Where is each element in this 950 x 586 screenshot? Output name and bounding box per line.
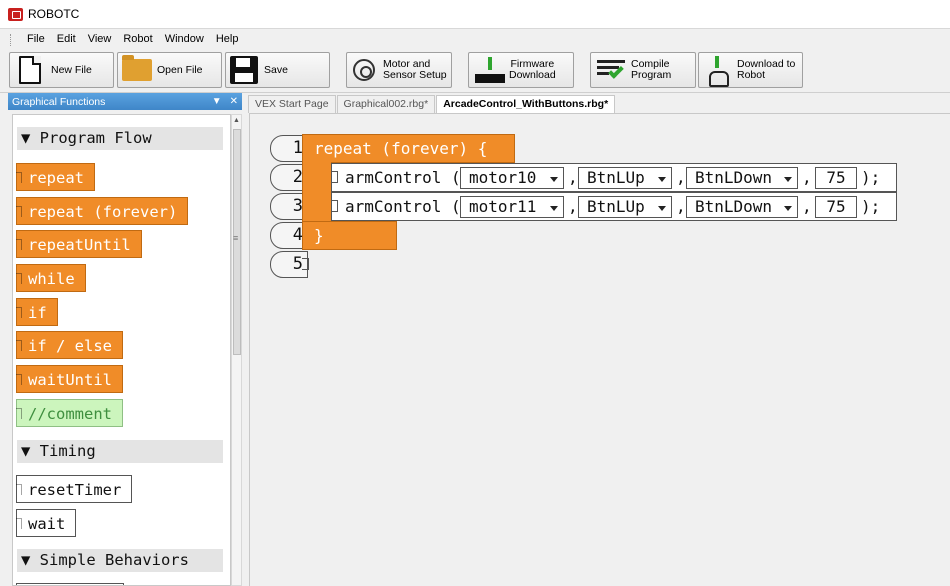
motor-icon [353, 59, 375, 81]
menu-file[interactable]: File [21, 30, 51, 49]
down-button-dropdown[interactable]: BtnLDown [686, 196, 798, 218]
compile-icon [597, 58, 627, 82]
function-name: armControl ( [345, 168, 461, 187]
save-label: Save [264, 63, 288, 76]
save-button[interactable]: Save [225, 52, 330, 88]
comma: , [568, 168, 578, 187]
new-file-button[interactable]: New File [9, 52, 114, 88]
panel-menu-icon[interactable]: ▼ [212, 96, 222, 107]
window-title: ROBOTC [28, 7, 80, 21]
tab-vex-start-page[interactable]: VEX Start Page [248, 95, 336, 113]
speed-input[interactable]: 75 [815, 167, 857, 189]
firmware-download-button[interactable]: Firmware Download [468, 52, 574, 88]
palette-block-repeat-forever[interactable]: repeat (forever) [16, 197, 189, 225]
speed-input[interactable]: 75 [815, 196, 857, 218]
editor-tabs: VEX Start Page Graphical002.rbg* ArcadeC… [248, 95, 616, 113]
menu-edit[interactable]: Edit [51, 30, 82, 49]
palette-block-repeat[interactable]: repeat [16, 163, 95, 191]
motor-sensor-setup-button[interactable]: Motor and Sensor Setup [346, 52, 452, 88]
arm-control-statement[interactable]: armControl ( motor10 , BtnLUp , BtnLDown… [331, 163, 897, 192]
save-icon [230, 56, 258, 84]
close-icon[interactable]: ✕ [230, 96, 238, 107]
palette-block-reset-timer[interactable]: resetTimer [16, 475, 133, 503]
palette-block-wait-until[interactable]: waitUntil [16, 365, 123, 393]
download-label-line2: Robot [737, 69, 766, 81]
scroll-up-icon[interactable]: ▲ [233, 117, 240, 124]
palette-block-comment[interactable]: //comment [16, 399, 123, 427]
palette-block-wait[interactable]: wait [16, 509, 77, 537]
chevron-down-icon [550, 206, 558, 211]
palette-block-repeat-until[interactable]: repeatUntil [16, 230, 142, 258]
comma: , [676, 197, 686, 216]
new-file-label: New File [51, 63, 92, 76]
title-bar: ROBOTC [0, 0, 950, 29]
comma: , [676, 168, 686, 187]
open-file-label: Open File [157, 63, 203, 76]
motor-value: motor11 [469, 197, 537, 216]
motor-dropdown[interactable]: motor10 [460, 167, 564, 189]
panel-title: Graphical Functions [12, 95, 106, 108]
up-button-dropdown[interactable]: BtnLUp [578, 196, 672, 218]
down-button-value: BtnLDown [695, 197, 773, 216]
chevron-down-icon [658, 177, 666, 182]
comma: , [802, 197, 812, 216]
repeat-block-footer[interactable]: } [302, 221, 397, 250]
scrollbar-thumb[interactable] [233, 129, 241, 355]
palette-block-if-else[interactable]: if / else [16, 331, 123, 359]
down-button-value: BtnLDown [695, 168, 773, 187]
close-brace: } [314, 226, 324, 245]
toolbar: New File Open File Save Motor and Sensor… [0, 49, 950, 93]
section-timing[interactable]: ▼ Timing [17, 440, 223, 463]
menu-grip [10, 33, 13, 46]
motor-dropdown[interactable]: motor11 [460, 196, 564, 218]
repeat-block-rail [302, 162, 332, 222]
function-palette: ▼ Program Flow repeat repeat (forever) r… [12, 114, 231, 586]
code-canvas[interactable]: 1 2 3 4 5 repeat (forever) { } armContro… [249, 113, 950, 586]
statement-end: ); [861, 197, 881, 216]
palette-block-while[interactable]: while [16, 264, 86, 292]
robot-download-icon [707, 56, 729, 87]
graphical-functions-panel: Graphical Functions ▼ ✕ ▼ Program Flow r… [8, 93, 242, 586]
tab-arcade-control[interactable]: ArcadeControl_WithButtons.rbg* [436, 95, 616, 113]
panel-header: Graphical Functions ▼ ✕ [8, 93, 242, 110]
robotc-logo-icon [8, 8, 23, 21]
up-button-value: BtnLUp [587, 197, 645, 216]
menu-view[interactable]: View [82, 30, 118, 49]
open-file-button[interactable]: Open File [117, 52, 222, 88]
motor-value: motor10 [469, 168, 537, 187]
chevron-down-icon [658, 206, 666, 211]
down-button-dropdown[interactable]: BtnLDown [686, 167, 798, 189]
panel-scrollbar[interactable]: ▲ [231, 114, 242, 586]
compile-program-button[interactable]: Compile Program [590, 52, 696, 88]
menu-window[interactable]: Window [159, 30, 210, 49]
firmware-label-line2: Download [509, 69, 556, 81]
new-file-icon [19, 56, 41, 84]
section-simple-behaviors[interactable]: ▼ Simple Behaviors [17, 549, 223, 572]
repeat-forever-header: repeat (forever) { [314, 139, 488, 158]
compile-label-line2: Program [631, 69, 672, 81]
comma: , [802, 168, 812, 187]
palette-block-if[interactable]: if [16, 298, 58, 326]
function-name: armControl ( [345, 197, 461, 216]
menu-help[interactable]: Help [210, 30, 245, 49]
firmware-icon [475, 57, 505, 83]
chevron-down-icon [784, 206, 792, 211]
menu-bar: File Edit View Robot Window Help [0, 30, 950, 49]
chevron-down-icon [550, 177, 558, 182]
statement-end: ); [861, 168, 881, 187]
folder-icon [122, 55, 152, 81]
comma: , [568, 197, 578, 216]
empty-line-slot[interactable] [302, 258, 309, 270]
arm-control-statement[interactable]: armControl ( motor11 , BtnLUp , BtnLDown… [331, 192, 897, 221]
menu-robot[interactable]: Robot [117, 30, 158, 49]
motor-setup-label-line2: Sensor Setup [383, 69, 447, 81]
repeat-forever-block[interactable]: repeat (forever) { [302, 134, 515, 163]
up-button-value: BtnLUp [587, 168, 645, 187]
download-to-robot-button[interactable]: Download to Robot [698, 52, 803, 88]
chevron-down-icon [784, 177, 792, 182]
editor-area: VEX Start Page Graphical002.rbg* ArcadeC… [248, 93, 950, 586]
tab-graphical002[interactable]: Graphical002.rbg* [336, 95, 436, 113]
section-program-flow[interactable]: ▼ Program Flow [17, 127, 223, 150]
up-button-dropdown[interactable]: BtnLUp [578, 167, 672, 189]
